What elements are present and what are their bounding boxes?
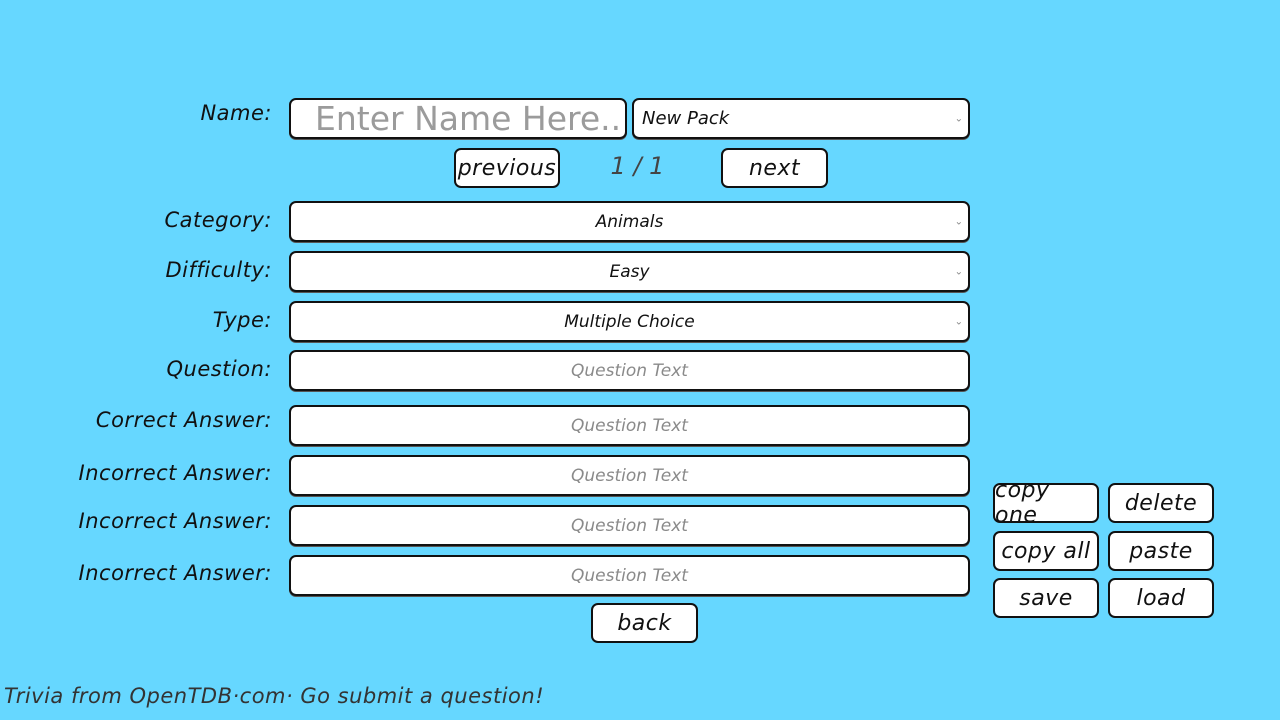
chevron-down-icon: ⌄ bbox=[954, 113, 963, 124]
load-label: load bbox=[1136, 585, 1186, 611]
difficulty-label: Difficulty: bbox=[165, 258, 272, 282]
incorrect-answer-input-2[interactable]: Question Text bbox=[289, 505, 970, 546]
question-label: Question: bbox=[166, 357, 272, 381]
save-button[interactable]: save bbox=[993, 578, 1099, 618]
category-label: Category: bbox=[164, 208, 272, 232]
incorrect-answer-placeholder-3: Question Text bbox=[571, 565, 688, 586]
incorrect-answer-label-3: Incorrect Answer: bbox=[78, 561, 272, 585]
type-value: Multiple Choice bbox=[564, 311, 695, 332]
page-indicator: 1 / 1 bbox=[610, 152, 665, 180]
copy-all-button[interactable]: copy all bbox=[993, 531, 1099, 571]
name-label: Name: bbox=[200, 101, 272, 125]
correct-answer-placeholder: Question Text bbox=[571, 415, 688, 436]
incorrect-answer-input-1[interactable]: Question Text bbox=[289, 455, 970, 496]
next-button[interactable]: next bbox=[721, 148, 828, 188]
chevron-down-icon: ⌄ bbox=[954, 316, 963, 327]
copy-one-label: copy one bbox=[995, 478, 1050, 528]
load-button[interactable]: load bbox=[1108, 578, 1214, 618]
type-label: Type: bbox=[212, 308, 272, 332]
incorrect-answer-label-2: Incorrect Answer: bbox=[78, 509, 272, 533]
category-value: Animals bbox=[595, 211, 664, 232]
question-input[interactable]: Question Text bbox=[289, 350, 970, 391]
pack-select-value: New Pack bbox=[642, 108, 730, 129]
chevron-down-icon: ⌄ bbox=[954, 216, 963, 227]
delete-label: delete bbox=[1124, 490, 1198, 516]
previous-button[interactable]: previous bbox=[454, 148, 560, 188]
incorrect-answer-placeholder-2: Question Text bbox=[571, 515, 688, 536]
next-label: next bbox=[748, 155, 801, 181]
type-select[interactable]: Multiple Choice ⌄ bbox=[289, 301, 970, 342]
category-select[interactable]: Animals ⌄ bbox=[289, 201, 970, 242]
difficulty-value: Easy bbox=[609, 261, 650, 282]
incorrect-answer-input-3[interactable]: Question Text bbox=[289, 555, 970, 596]
incorrect-answer-label-1: Incorrect Answer: bbox=[78, 461, 272, 485]
chevron-down-icon: ⌄ bbox=[954, 266, 963, 277]
difficulty-select[interactable]: Easy ⌄ bbox=[289, 251, 970, 292]
delete-button[interactable]: delete bbox=[1108, 483, 1214, 523]
question-placeholder: Question Text bbox=[571, 360, 688, 381]
correct-answer-label: Correct Answer: bbox=[95, 408, 272, 432]
pack-name-input[interactable]: Enter Name Here.. bbox=[289, 98, 627, 139]
paste-button[interactable]: paste bbox=[1108, 531, 1214, 571]
copy-one-button[interactable]: copy one bbox=[993, 478, 1099, 528]
previous-label: previous bbox=[457, 155, 557, 181]
pack-name-placeholder: Enter Name Here.. bbox=[315, 99, 622, 138]
footer-credit[interactable]: Trivia from OpenTDB·com· Go submit a que… bbox=[4, 684, 544, 708]
incorrect-answer-placeholder-1: Question Text bbox=[571, 465, 688, 486]
paste-label: paste bbox=[1129, 538, 1193, 564]
correct-answer-input[interactable]: Question Text bbox=[289, 405, 970, 446]
save-label: save bbox=[1019, 585, 1073, 611]
back-button[interactable]: back bbox=[591, 603, 698, 643]
copy-all-label: copy all bbox=[1001, 538, 1091, 564]
pack-select[interactable]: New Pack ⌄ bbox=[632, 98, 970, 139]
back-label: back bbox=[617, 610, 672, 636]
